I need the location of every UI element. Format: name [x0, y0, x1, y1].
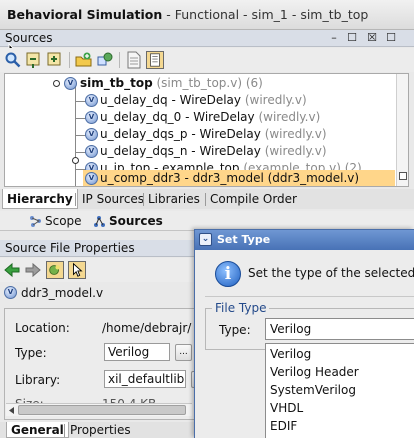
scroll-thumb[interactable] [18, 405, 186, 415]
forward-arrow-icon[interactable] [24, 261, 42, 279]
properties-panel-title: Source File Properties [5, 241, 135, 255]
expand-all-icon[interactable] [46, 51, 64, 69]
tree-row-label: u_delay_dqs_p - WireDelay [100, 127, 261, 141]
restore-icon[interactable]: ☐ [384, 31, 398, 44]
tree-row-meta: (ddr3_model.v) [267, 171, 360, 185]
properties-file-name: ddr3_model.v [21, 286, 104, 300]
tab-compile-order[interactable]: Compile Order [206, 189, 301, 209]
properties-horizontal-scrollbar[interactable] [6, 403, 192, 416]
add-sources-icon[interactable] [75, 51, 93, 69]
verilog-file-icon: V [64, 77, 77, 90]
tab-scope[interactable]: Scope [27, 211, 86, 231]
verilog-file-icon: V [85, 94, 98, 107]
dialog-type-label: Type: [219, 323, 251, 337]
chevron-down-icon[interactable]: ⌄ [199, 233, 212, 246]
sources-tab-strip: Hierarchy IP Sources Libraries Compile O… [0, 189, 414, 209]
layout-context-title: - Functional - sim_1 - sim_tb_top [162, 7, 369, 22]
tree-row-u-comp-ddr3[interactable]: V u_comp_ddr3 - ddr3_model (ddr3_model.v… [83, 170, 395, 186]
tree-row-meta: (wiredly.v) [258, 110, 321, 124]
tab-scope-label: Scope [45, 214, 82, 228]
file-type-group-title: File Type [212, 301, 270, 315]
tab-hierarchy[interactable]: Hierarchy [2, 189, 78, 209]
type-label: Type: [15, 346, 47, 360]
verilog-file-icon: V [85, 111, 98, 124]
tree-row-label: u_delay_dqs_n - WireDelay [100, 144, 261, 158]
tree-row-meta: (wiredly.v) [264, 144, 327, 158]
tab-ip-sources[interactable]: IP Sources [78, 189, 148, 209]
info-icon: i [215, 261, 241, 287]
verilog-file-icon: V [85, 145, 98, 158]
scope-icon [30, 216, 41, 227]
tree-row-meta: (wiredly.v) [264, 127, 327, 141]
library-field[interactable]: xil_defaultlib [104, 370, 186, 388]
tree-row-sim-tb-top[interactable]: V sim_tb_top (sim_tb_top.v) (6) [5, 75, 395, 92]
tree-row-u-delay-dqs-p[interactable]: V u_delay_dqs_p - WireDelay (wiredly.v) [5, 126, 395, 143]
tree-row-label: u_delay_dq_0 - WireDelay [100, 110, 255, 124]
layout-section-title: Behavioral Simulation [7, 7, 163, 22]
view-tab-strip: Scope Sources [0, 211, 414, 231]
maximize-icon[interactable]: ☐ [345, 31, 359, 44]
tree-row-label: sim_tb_top [80, 76, 153, 90]
document-icon[interactable] [125, 51, 143, 69]
file-type-select[interactable]: Verilog [265, 318, 414, 340]
verilog-file-icon: V [85, 172, 98, 185]
sources-toolbar [0, 48, 414, 72]
dropdown-option-systemverilog[interactable]: SystemVerilog [270, 383, 356, 397]
properties-toolbar [0, 258, 200, 282]
dialog-message: Set the type of the selected s [248, 266, 414, 280]
dialog-title: Set Type [217, 233, 271, 246]
set-type-dialog: ⌄ Set Type i Set the type of the selecte… [194, 229, 414, 438]
sync-selection-icon[interactable] [46, 261, 64, 279]
file-type-dropdown-list: Verilog Verilog Header SystemVerilog VHD… [265, 343, 414, 438]
location-label: Location: [15, 321, 70, 335]
verilog-file-icon: V [85, 128, 98, 141]
tree-row-label: u_delay_dq - WireDelay [100, 93, 241, 107]
properties-icon[interactable] [146, 51, 164, 69]
properties-panel-header: Source File Properties [0, 240, 200, 257]
collapse-all-icon[interactable] [25, 51, 43, 69]
type-field[interactable]: Verilog [104, 343, 170, 361]
dropdown-option-vhdl[interactable]: VHDL [270, 401, 303, 415]
browse-type-button[interactable]: ... [175, 344, 192, 361]
tab-general[interactable]: General [6, 422, 69, 438]
sources-icon [94, 216, 105, 227]
tab-sources-label: Sources [109, 214, 163, 228]
library-label: Library: [15, 373, 61, 387]
window-title-bar: Behavioral Simulation - Functional - sim… [0, 0, 414, 30]
verilog-file-icon: V [4, 286, 17, 299]
properties-tab-strip: General Properties [0, 422, 200, 438]
scroll-left-icon[interactable] [7, 406, 15, 415]
dropdown-option-verilog[interactable]: Verilog [270, 347, 311, 361]
tab-libraries[interactable]: Libraries [144, 189, 204, 209]
properties-file-row: V ddr3_model.v [4, 285, 200, 301]
tree-row-u-delay-dq-0[interactable]: V u_delay_dq_0 - WireDelay (wiredly.v) [5, 109, 395, 126]
tree-vertical-scrollbar[interactable] [396, 74, 408, 186]
back-arrow-icon[interactable] [3, 261, 21, 279]
tree-row-label: u_comp_ddr3 - ddr3_model [100, 171, 264, 185]
tab-properties[interactable]: Properties [66, 422, 135, 438]
tree-row-u-delay-dq[interactable]: V u_delay_dq - WireDelay (wiredly.v) [5, 92, 395, 109]
source-hierarchy-tree: V sim_tb_top (sim_tb_top.v) (6) V u_dela… [4, 73, 409, 187]
tab-sources[interactable]: Sources [91, 211, 167, 231]
dropdown-option-edif[interactable]: EDIF [270, 419, 297, 433]
minimize-icon[interactable]: – [327, 31, 341, 44]
sources-panel-header: Sources – ☐ ☒ ☐ [0, 30, 414, 47]
tree-row-u-delay-dqs-n[interactable]: V u_delay_dqs_n - WireDelay (wiredly.v) [5, 143, 395, 160]
search-icon[interactable] [4, 51, 22, 69]
float-icon[interactable]: ☒ [365, 31, 379, 44]
dropdown-option-verilog-header[interactable]: Verilog Header [270, 365, 359, 379]
dialog-title-bar[interactable]: ⌄ Set Type [195, 230, 414, 250]
refresh-hierarchy-icon[interactable] [96, 51, 114, 69]
location-value: /home/debrajr/ [102, 321, 192, 335]
scroll-end-icon[interactable] [399, 172, 407, 180]
tree-row-meta: (wiredly.v) [244, 93, 307, 107]
tree-row-meta: (sim_tb_top.v) (6) [156, 76, 263, 90]
select-pointer-icon[interactable] [68, 261, 86, 279]
